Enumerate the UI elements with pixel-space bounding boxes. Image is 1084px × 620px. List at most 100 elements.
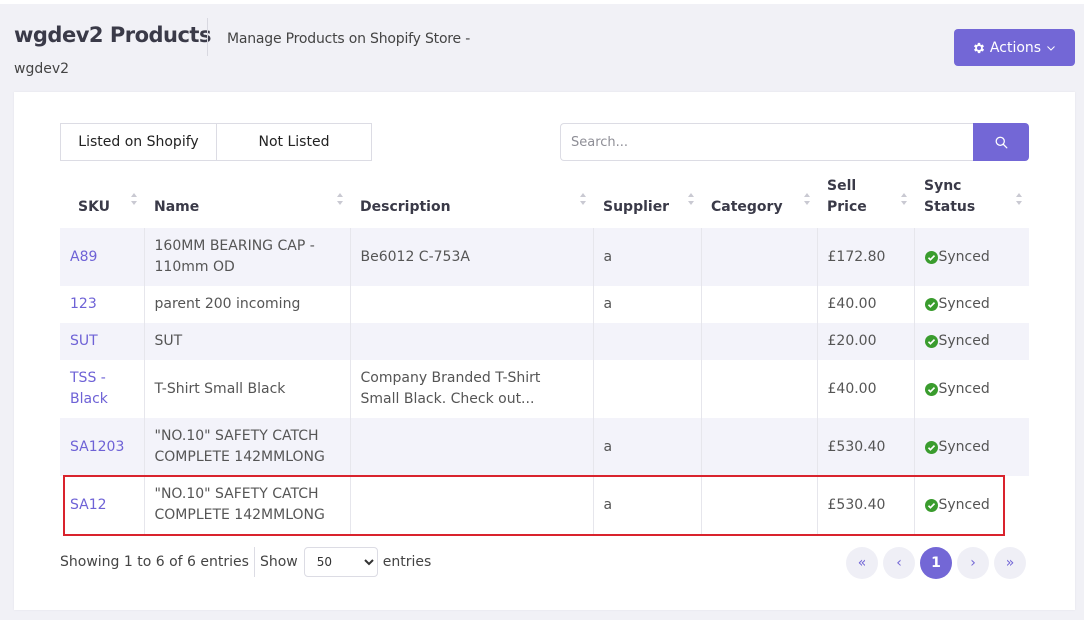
description-cell: Be6012 C-753A [349,228,593,286]
column-label: SKU [78,199,111,215]
products-table: SKU Name Description Supplier Category S… [60,176,1029,534]
name-cell: 160MM BEARING CAP - 110mm OD [143,228,350,286]
check-circle-icon [924,298,938,311]
page-1-button[interactable]: 1 [920,547,952,579]
status-label: Synced [938,496,990,513]
status-cell: Synced [913,476,1029,534]
description-cell [349,323,593,360]
status-label: Synced [938,296,990,312]
sku-link[interactable]: SA12 [70,497,107,513]
listing-tabs: Listed on Shopify Not Listed [60,123,372,161]
sku-link[interactable]: A89 [70,249,97,265]
search-input[interactable] [560,123,974,161]
description-cell [349,418,593,476]
check-circle-icon [924,440,938,454]
sku-cell: SA1203 [60,418,144,476]
sort-icon [804,193,810,205]
price-cell: £530.40 [816,418,914,476]
actions-button[interactable]: Actions [954,29,1075,66]
store-name: wgdev2 [14,61,70,77]
table-row[interactable]: A89 160MM BEARING CAP - 110mm OD Be6012 … [60,228,1029,286]
sku-cell: 123 [60,286,144,323]
status-label: Synced [938,438,990,455]
status-label: Synced [938,380,990,397]
price-cell: £40.00 [816,360,914,418]
status-label: Synced [938,248,990,265]
category-cell [700,476,817,534]
search-button[interactable] [973,123,1029,161]
column-header-sell-price[interactable]: Sell Price [817,176,914,228]
name-cell: parent 200 incoming [143,286,350,323]
chevron-down-icon [1047,45,1055,51]
products-card: Listed on Shopify Not Listed SKU Name De… [14,92,1075,610]
supplier-cell: a [592,228,701,286]
status-cell: Synced [913,418,1029,476]
column-header-supplier[interactable]: Supplier [593,176,701,228]
sku-cell: SUT [60,323,144,360]
description-cell: Company Branded T-Shirt Small Black. Che… [349,360,593,418]
status-cell: Synced [913,228,1029,286]
category-cell [700,360,817,418]
name-cell: T-Shirt Small Black [143,360,350,418]
page-subtitle: Manage Products on Shopify Store - [227,31,471,47]
column-header-sync-status[interactable]: Sync Status [914,176,1029,228]
prev-page-button[interactable]: ‹ [883,547,915,579]
price-cell: £172.80 [816,228,914,286]
column-label: Category [711,199,783,215]
status-label: Synced [938,333,990,349]
sku-cell: SA12 [60,476,144,534]
page-title: wgdev2 Products [14,23,211,47]
first-page-button[interactable]: « [846,547,878,579]
sort-icon [688,193,694,205]
column-header-sku[interactable]: SKU [60,176,144,228]
last-page-button[interactable]: » [994,547,1026,579]
column-label: Supplier [603,199,670,215]
actions-label: Actions [989,39,1042,56]
sku-link[interactable]: 123 [70,296,97,312]
sku-link[interactable]: SUT [70,333,98,349]
column-label: Sell Price [827,178,867,215]
table-row[interactable]: SUT SUT £20.00 Synced [60,323,1029,360]
sort-icon [1016,193,1022,205]
next-page-button[interactable]: › [957,547,989,579]
check-circle-icon [924,335,938,348]
column-header-name[interactable]: Name [144,176,350,228]
table-row[interactable]: SA12 "NO.10" SAFETY CATCH COMPLETE 142MM… [60,476,1029,534]
supplier-cell: a [592,418,701,476]
description-cell [349,286,593,323]
entries-info: Showing 1 to 6 of 6 entries [60,554,249,570]
table-row[interactable]: SA1203 "NO.10" SAFETY CATCH COMPLETE 142… [60,418,1029,476]
table-row[interactable]: TSS - Black T-Shirt Small Black Company … [60,360,1029,418]
sort-icon [901,193,907,205]
name-cell: SUT [143,323,350,360]
pagination: « ‹ 1 › » [846,547,1026,579]
sku-cell: TSS - Black [60,360,144,418]
column-header-category[interactable]: Category [701,176,817,228]
supplier-cell: a [592,286,701,323]
table-footer: Showing 1 to 6 of 6 entries Show 50 entr… [60,547,431,577]
show-label: Show [259,554,298,570]
check-circle-icon [924,250,938,264]
title-divider [207,18,208,56]
sort-icon [580,193,586,205]
supplier-cell [592,360,701,418]
table-row[interactable]: 123 parent 200 incoming a £40.00 Synced [60,286,1029,323]
entries-label: entries [382,554,432,570]
footer-divider [253,547,255,577]
sku-link[interactable]: TSS - Black [70,370,108,407]
column-label: Name [154,199,200,215]
column-label: Description [360,199,451,215]
category-cell [700,323,817,360]
page-size-select[interactable]: 50 [303,547,378,577]
gear-icon [973,42,984,53]
price-cell: £20.00 [816,323,914,360]
tab-listed-on-shopify[interactable]: Listed on Shopify [61,124,216,160]
column-label: Sync Status [924,178,976,215]
sku-link[interactable]: SA1203 [70,439,124,455]
price-cell: £530.40 [816,476,914,534]
description-cell [349,476,593,534]
tab-not-listed[interactable]: Not Listed [216,124,371,160]
column-header-description[interactable]: Description [350,176,593,228]
sort-icon [337,193,343,205]
name-cell: "NO.10" SAFETY CATCH COMPLETE 142MMLONG [143,418,350,476]
